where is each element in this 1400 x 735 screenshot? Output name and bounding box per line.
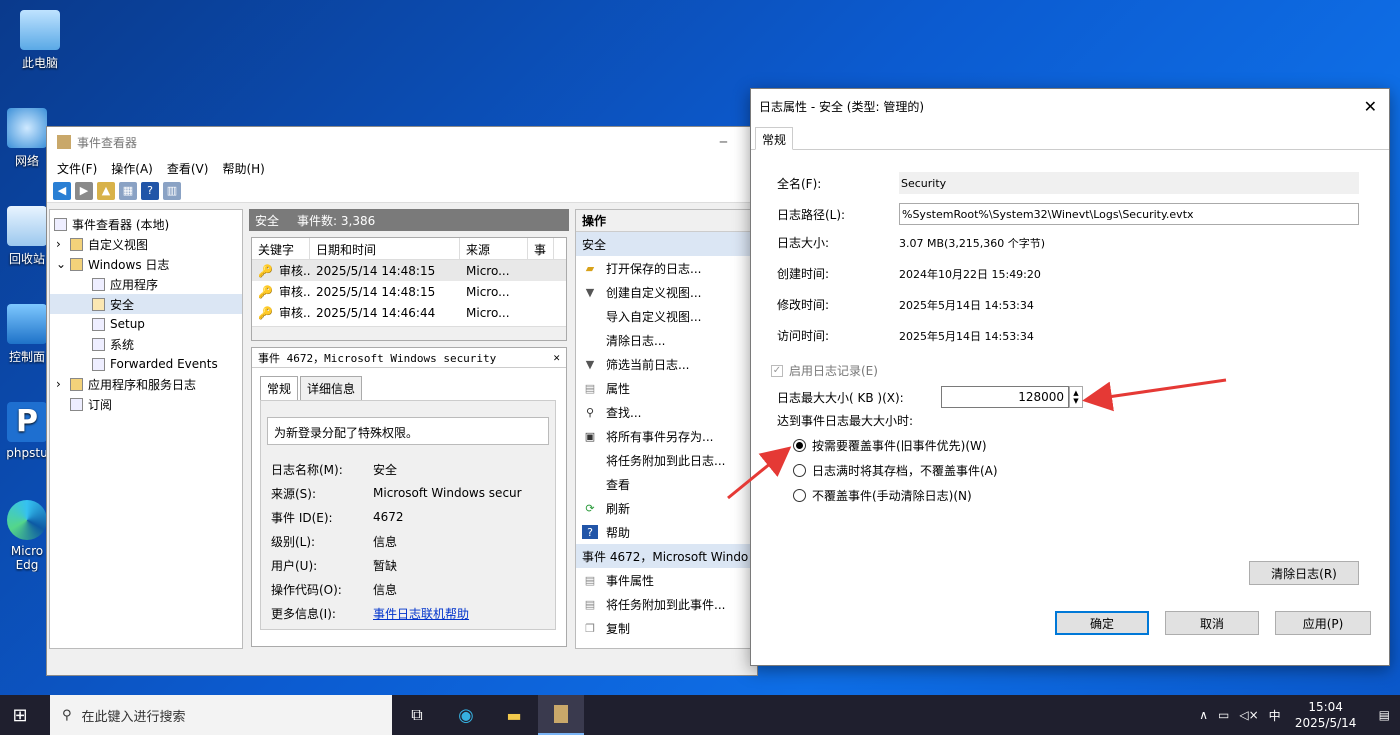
search-placeholder: 在此键入进行搜索 xyxy=(81,709,186,725)
taskbar: ⊞ ⚲ 在此键入进行搜索 ⧉ ◉ ▬ ∧ ▭ ◁× 中 15:04 2025/5/1… xyxy=(0,695,1400,735)
annotation-arrows xyxy=(727,378,1227,500)
chevron-up-icon[interactable]: ∧ xyxy=(1199,708,1208,722)
arrow-overwrite xyxy=(727,446,792,500)
search-icon: ⚲ xyxy=(62,707,72,723)
tab-general[interactable]: 常规 xyxy=(755,127,794,150)
arrow-max-size xyxy=(1082,378,1227,412)
event-viewer-taskbar-icon[interactable] xyxy=(538,695,584,735)
edge-taskbar-icon[interactable]: ◉ xyxy=(442,705,490,726)
volume-icon[interactable]: ◁× xyxy=(1239,708,1258,722)
ime-indicator[interactable]: 中 xyxy=(1269,707,1281,724)
clock[interactable]: 15:04 2025/5/14 xyxy=(1291,699,1361,731)
clock-date: 2025/5/14 xyxy=(1294,716,1357,730)
start-windows-icon[interactable]: ⊞ xyxy=(0,695,40,735)
network-icon[interactable]: ▭ xyxy=(1218,708,1229,722)
task-view-icon[interactable]: ⧉ xyxy=(392,705,442,725)
taskbar-search[interactable]: ⚲ 在此键入进行搜索 xyxy=(50,695,392,735)
clock-time: 15:04 xyxy=(1308,700,1343,714)
notification-icon[interactable]: ▤ xyxy=(1379,708,1390,722)
file-explorer-icon[interactable]: ▬ xyxy=(490,706,538,725)
